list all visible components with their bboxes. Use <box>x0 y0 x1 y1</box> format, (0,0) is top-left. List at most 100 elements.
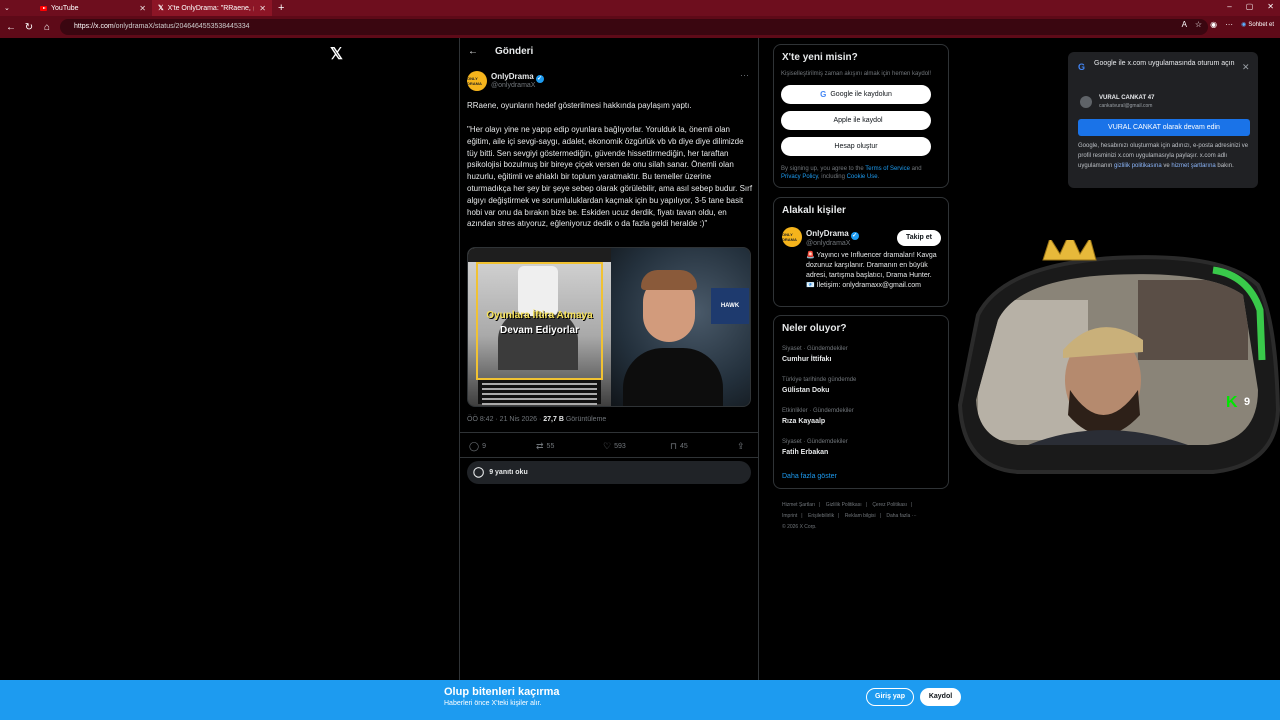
bookmark-button[interactable]: ⊓ 45 <box>670 441 688 452</box>
apple-signup-button[interactable]: Apple ile kaydol <box>781 111 931 130</box>
close-icon[interactable]: ✕ <box>1242 62 1250 73</box>
footer-link[interactable]: Erişilebilirlik <box>808 513 834 519</box>
create-account-button[interactable]: Hesap oluştur <box>781 137 931 156</box>
close-tab-icon[interactable]: ✕ <box>139 4 146 13</box>
close-tab-icon[interactable]: ✕ <box>259 4 266 13</box>
webcam-overlay <box>958 240 1280 474</box>
url-path: /onlydramaX/status/2046464553538445334 <box>113 23 250 30</box>
repost-icon: ⇄ <box>536 441 544 451</box>
back-arrow-icon[interactable]: ← <box>2 22 20 33</box>
footer-link[interactable]: Daha fazla ··· <box>886 513 916 519</box>
signup-title: X'te yeni misin? <box>782 52 858 63</box>
terms-link[interactable]: hizmet şartlarına <box>1171 163 1215 169</box>
continue-as-button[interactable]: VURAL CANKAT olarak devam edin <box>1078 119 1250 136</box>
media-thumbnail-right: HAWK <box>611 248 750 406</box>
tweet-media[interactable]: Oyunlara İftira Atmaya Devam Ediyorlar H… <box>467 247 751 407</box>
account-name: VURAL CANKAT 47 <box>1099 95 1155 101</box>
related-avatar[interactable]: ONLY DRAMA <box>782 227 802 247</box>
tab-x-post[interactable]: 𝕏 X'te OnlyDrama: "RRaene, 🤖 da ✕ <box>152 0 272 16</box>
share-button[interactable]: ⇪ <box>737 441 745 452</box>
verified-badge-icon: ✓ <box>535 75 544 83</box>
related-name[interactable]: OnlyDrama ✓ <box>806 229 859 240</box>
maximize-icon[interactable]: ▢ <box>1246 2 1254 11</box>
show-more-link[interactable]: Daha fazla göster <box>782 473 837 480</box>
tweet-time[interactable]: ÖÖ 8:42 · 21 Nis 2026 · <box>467 416 543 423</box>
google-g-icon: G <box>1078 62 1086 72</box>
login-button[interactable]: Giriş yap <box>866 688 914 706</box>
media-thumbnail-left: Oyunlara İftira Atmaya Devam Ediyorlar <box>468 248 611 406</box>
tab-list-chevron-icon[interactable]: ⌄ <box>0 0 14 16</box>
new-tab-icon[interactable]: + <box>272 0 290 16</box>
footer-link[interactable]: Imprint <box>782 513 797 519</box>
url-field[interactable]: https://x.com/onlydramaX/status/20464645… <box>60 19 1208 35</box>
tab-bar: ⌄ YouTube ✕ 𝕏 X'te OnlyDrama: "RRaene, 🤖… <box>0 0 1280 16</box>
account-email: cankatvural@gmail.com <box>1099 103 1153 109</box>
author-avatar[interactable]: ONLY DRAMA <box>467 71 487 91</box>
chat-label: Sohbet et <box>1248 21 1274 28</box>
share-icon: ⇪ <box>737 441 745 451</box>
profile-icon[interactable]: ◉ <box>1210 20 1217 29</box>
footer-link[interactable]: Reklam bilgisi <box>845 513 876 519</box>
url-host: https://x.com <box>74 23 114 30</box>
like-count: 593 <box>614 443 626 450</box>
minimize-icon[interactable]: – <box>1227 2 1231 11</box>
related-handle[interactable]: @onlydramaX <box>806 240 850 247</box>
more-options-icon[interactable]: ··· <box>740 70 749 80</box>
tab-youtube[interactable]: YouTube ✕ <box>34 0 152 16</box>
author-name-text: OnlyDrama <box>491 72 534 81</box>
kick-logo-icon: K <box>1226 394 1238 411</box>
follow-button[interactable]: Takip et <box>897 230 941 246</box>
page-title: Gönderi <box>495 46 534 57</box>
footer-link[interactable]: Gizlilik Politikası <box>826 502 862 508</box>
x-logo-icon[interactable]: 𝕏 <box>330 44 343 64</box>
speech-bubble-icon: ◯ <box>473 467 485 478</box>
trend-item[interactable]: Gülistan Doku <box>782 387 829 394</box>
trend-category: Türkiye tarihinde gündemde <box>782 377 857 383</box>
terms-link[interactable]: Terms of Service <box>865 166 910 172</box>
like-button[interactable]: ♡ 593 <box>603 441 626 452</box>
trend-item[interactable]: Rıza Kayaalp <box>782 418 825 425</box>
media-title-line-2: Devam Ediyorlar <box>500 325 579 336</box>
signup-button[interactable]: Kaydol <box>920 688 961 706</box>
back-arrow-icon[interactable]: ← <box>468 46 478 57</box>
media-top-strip <box>468 248 611 262</box>
tab-label: X'te OnlyDrama: "RRaene, 🤖 da <box>167 5 254 12</box>
footer-links: Hizmet Şartları | Gizlilik Politikası | Çe… <box>782 502 917 530</box>
cookie-link[interactable]: Cookie Use <box>847 174 878 180</box>
author-handle[interactable]: @onlydramaX <box>491 82 535 89</box>
media-mask <box>518 266 558 316</box>
read-aloud-icon[interactable]: A <box>1182 20 1187 29</box>
create-account-label: Hesap oluştur <box>834 143 878 150</box>
google-signup-button[interactable]: G Google ile kaydolun <box>781 85 931 104</box>
trends-card: Neler oluyor? <box>773 315 949 489</box>
favorite-star-icon[interactable]: ☆ <box>1195 20 1202 29</box>
media-person-shirt <box>623 348 723 406</box>
read-replies-button[interactable]: ◯ 9 yanıtı oku <box>467 461 751 484</box>
copyright: © 2026 X Corp. <box>782 524 817 530</box>
more-menu-icon[interactable]: ··· <box>1225 20 1233 29</box>
home-icon[interactable]: ⌂ <box>38 22 56 33</box>
google-popup-legal: Google, hesabınızı oluşturmak için adını… <box>1078 143 1249 169</box>
privacy-policy-link[interactable]: gizlilik politikasına <box>1114 163 1162 169</box>
trend-item[interactable]: Cumhur İttifakı <box>782 356 831 363</box>
footer-link[interactable]: Çerez Politikası <box>872 502 907 508</box>
heart-icon: ♡ <box>603 441 612 451</box>
privacy-link[interactable]: Privacy Policy <box>781 174 818 180</box>
window-controls: – ▢ ✕ <box>1227 2 1274 11</box>
copilot-chat-button[interactable]: ◉ Sohbet et <box>1241 21 1274 29</box>
repost-button[interactable]: ⇄ 55 <box>536 441 554 452</box>
overlay-number: 9 <box>1244 396 1251 408</box>
trend-category: Etkinlikler · Gündemdekiler <box>782 408 854 414</box>
tweet-body-text: "Her olayı yine ne yapıp edip oyunlara b… <box>467 125 753 229</box>
reload-icon[interactable]: ↻ <box>20 22 38 33</box>
media-caption-block <box>478 380 601 405</box>
signup-banner <box>0 680 1280 720</box>
signup-subtitle: Kişiselleştirilmiş zaman akışını almak i… <box>781 71 932 77</box>
footer-link[interactable]: Hizmet Şartları <box>782 502 815 508</box>
trend-item[interactable]: Fatih Erbakan <box>782 449 828 456</box>
views-label: Görüntüleme <box>563 416 607 423</box>
media-hawk-logo: HAWK <box>711 288 749 324</box>
trend-category: Siyaset · Gündemdekiler <box>782 439 848 445</box>
close-window-icon[interactable]: ✕ <box>1267 2 1274 11</box>
reply-button[interactable]: ◯ 9 <box>469 441 486 452</box>
